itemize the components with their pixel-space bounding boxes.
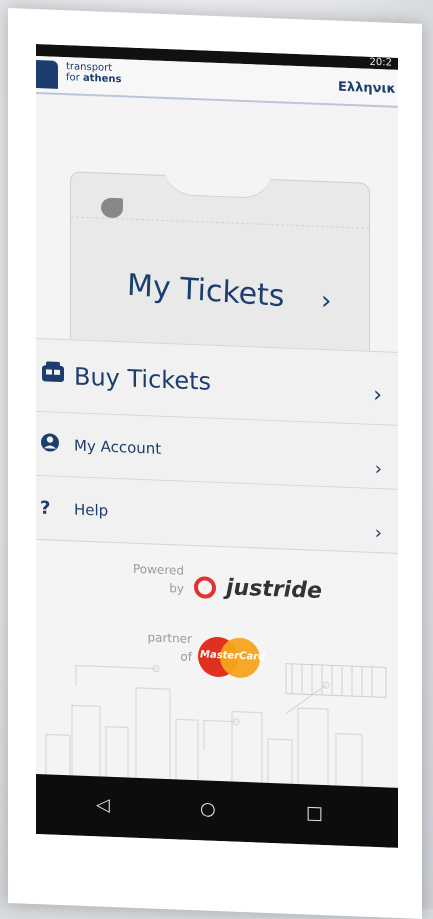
- ticket-logo-icon: [101, 197, 123, 219]
- language-switch[interactable]: Ελληνικ: [338, 80, 398, 97]
- chevron-right-icon: ›: [373, 382, 382, 408]
- powered-line2: by: [169, 581, 184, 596]
- chevron-right-icon: ›: [321, 285, 332, 317]
- powered-by-justride: Powered by justride: [124, 557, 364, 622]
- menu-item-label: Help: [74, 499, 109, 520]
- ticket-divider: [71, 216, 369, 229]
- city-skyline-illustration: [45, 663, 387, 798]
- user-icon: [40, 432, 60, 457]
- menu-item-buy-tickets[interactable]: Buy Tickets ›: [36, 338, 398, 426]
- logo-line2-prefix: for: [66, 72, 83, 84]
- question-icon: ?: [40, 497, 51, 519]
- ticket-notch: [163, 163, 273, 200]
- app-logo[interactable]: transport for athens: [66, 61, 121, 85]
- powered-text: Powered by: [124, 559, 184, 597]
- powered-line1: Powered: [132, 561, 184, 578]
- menu-item-label: Buy Tickets: [74, 362, 212, 396]
- my-tickets-title: My Tickets: [126, 267, 286, 315]
- phone-screen: 20:2 transport for athens Ελληνικ My Tic…: [36, 44, 398, 848]
- back-button[interactable]: ◁: [96, 794, 110, 816]
- home-button[interactable]: ○: [200, 798, 216, 820]
- status-time: 20:2: [369, 56, 392, 69]
- menu-item-label: My Account: [74, 435, 162, 458]
- chevron-right-icon: ›: [374, 458, 382, 480]
- bus-icon: [40, 359, 66, 392]
- logo-line2-bold: athens: [82, 72, 122, 86]
- partner-line1: partner: [147, 630, 192, 646]
- justride-brand: justride: [226, 575, 322, 604]
- justride-logo-icon: [194, 576, 216, 599]
- chevron-right-icon: ›: [374, 522, 382, 544]
- logo-line2: for athens: [66, 72, 121, 85]
- my-tickets-card[interactable]: My Tickets ›: [70, 163, 370, 361]
- tfa-logo-icon: [36, 60, 58, 89]
- recents-button[interactable]: □: [306, 802, 323, 824]
- menu-item-help[interactable]: ? Help ›: [36, 476, 398, 554]
